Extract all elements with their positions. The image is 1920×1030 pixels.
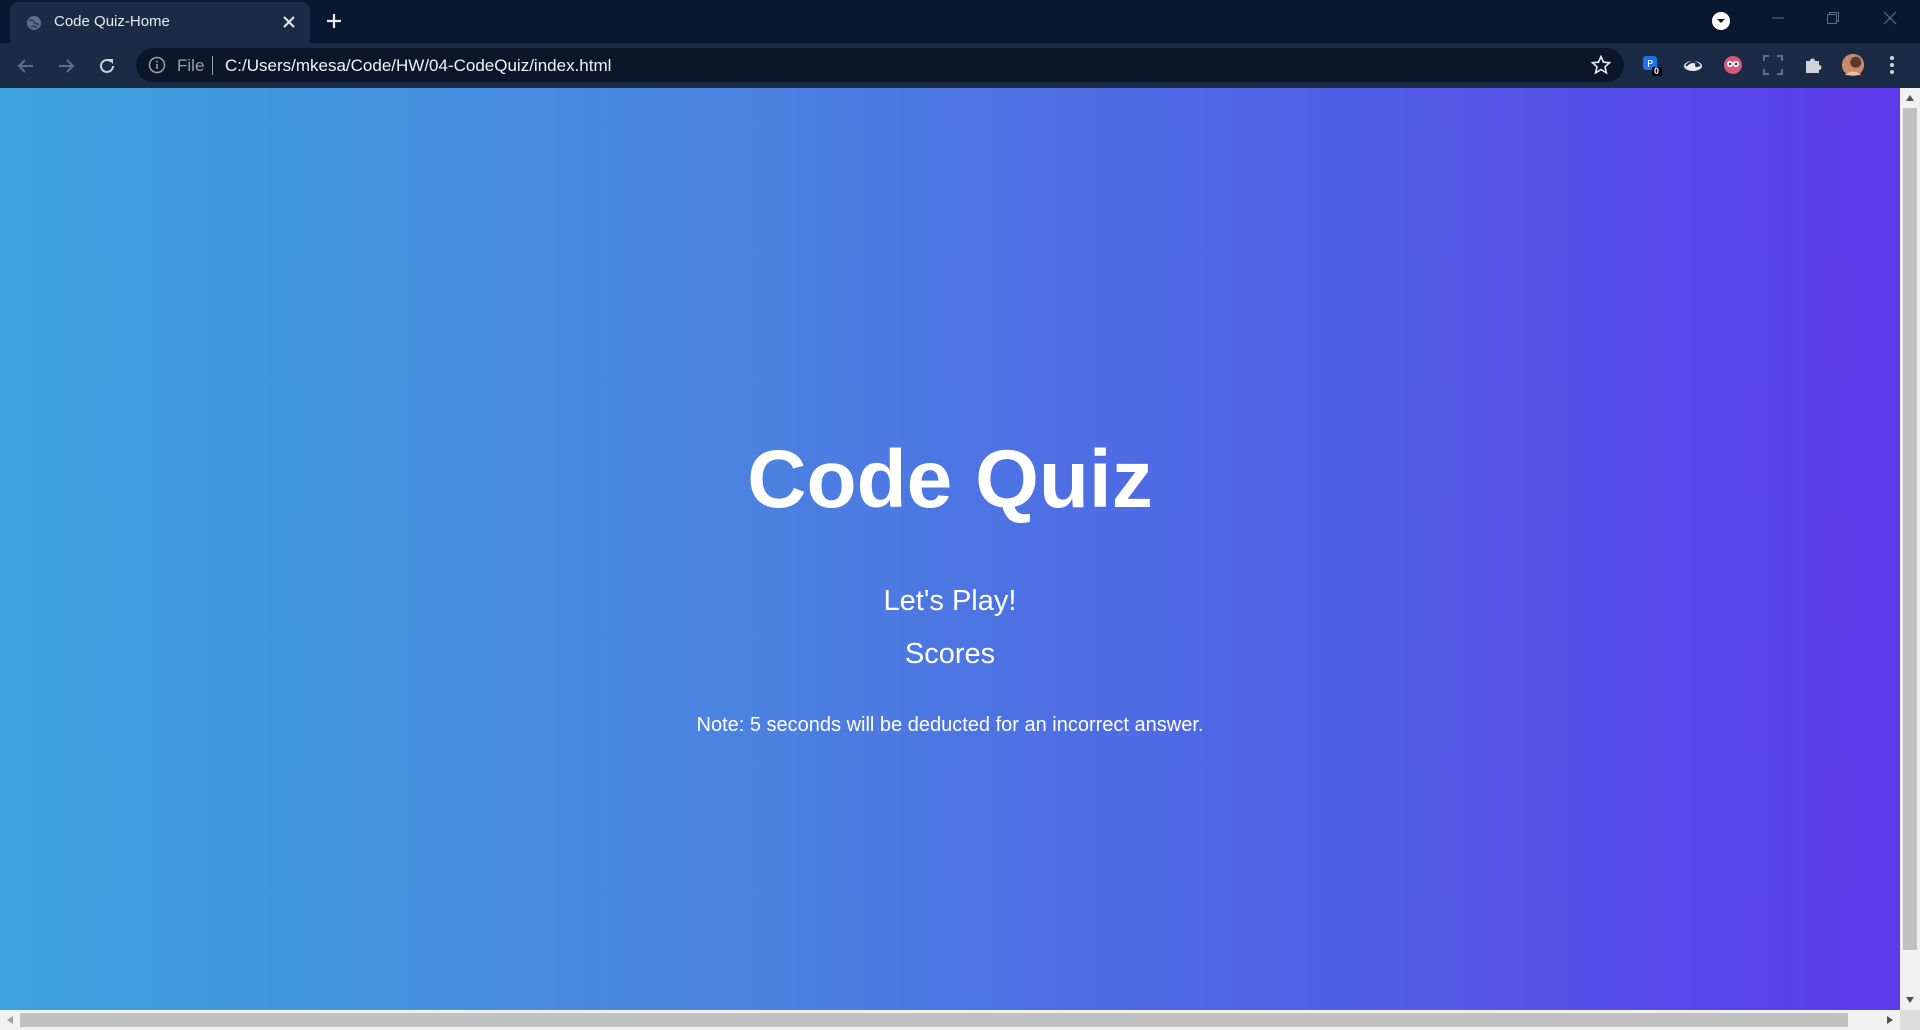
scroll-up-arrow-icon[interactable]	[1902, 90, 1918, 106]
tab-search-icon[interactable]	[1711, 11, 1731, 31]
penalty-note: Note: 5 seconds will be deducted for an …	[696, 714, 1204, 736]
lets-play-link[interactable]: Let's Play!	[884, 585, 1017, 617]
scroll-right-arrow-icon[interactable]	[1882, 1012, 1898, 1028]
scroll-left-arrow-icon[interactable]	[2, 1012, 18, 1028]
browser-toolbar: File C:/Users/mkesa/Code/HW/04-CodeQuiz/…	[0, 43, 1920, 88]
vertical-scroll-thumb[interactable]	[1903, 108, 1917, 950]
extension-badge: 0	[1654, 66, 1660, 76]
profile-avatar[interactable]	[1841, 53, 1865, 77]
horizontal-scroll-thumb[interactable]	[20, 1013, 1848, 1027]
star-icon[interactable]	[1590, 54, 1612, 75]
vertical-scrollbar[interactable]	[1900, 88, 1920, 1010]
back-arrow-icon[interactable]	[12, 52, 40, 80]
info-icon[interactable]	[148, 56, 166, 74]
separator	[212, 56, 213, 75]
tab-strip: Code Quiz-Home	[0, 0, 1920, 43]
minimize-icon[interactable]	[1766, 6, 1790, 30]
globe-icon	[26, 15, 42, 31]
close-icon[interactable]	[280, 13, 298, 31]
restore-icon[interactable]	[1821, 6, 1845, 30]
file-scheme-label: File	[177, 56, 205, 75]
page-viewport: Code Quiz Let's Play! Scores Note: 5 sec…	[0, 88, 1900, 1010]
scores-link-row: Scores	[0, 638, 1900, 671]
address-bar[interactable]: File C:/Users/mkesa/Code/HW/04-CodeQuiz/…	[136, 48, 1624, 82]
horizontal-scrollbar[interactable]	[0, 1010, 1900, 1030]
window-close-icon[interactable]	[1878, 6, 1902, 30]
browser-tab[interactable]: Code Quiz-Home	[10, 2, 310, 43]
scrollbar-corner	[1900, 1010, 1920, 1030]
scroll-down-arrow-icon[interactable]	[1902, 992, 1918, 1008]
reload-icon[interactable]	[93, 52, 121, 80]
menu-dots-icon[interactable]	[1880, 53, 1904, 77]
url-text[interactable]: C:/Users/mkesa/Code/HW/04-CodeQuiz/index…	[225, 56, 611, 76]
extension-icon[interactable]	[1721, 53, 1745, 77]
lets-play-link-row: Let's Play!	[0, 585, 1900, 618]
page-title: Code Quiz	[747, 434, 1153, 525]
plus-icon[interactable]	[322, 9, 346, 33]
forward-arrow-icon[interactable]	[52, 52, 80, 80]
extension-icon[interactable]: P 0	[1640, 53, 1664, 77]
screenshot-extension-icon[interactable]	[1761, 53, 1785, 77]
tab-title: Code Quiz-Home	[54, 13, 170, 30]
scores-link[interactable]: Scores	[905, 638, 995, 670]
extension-icon[interactable]	[1681, 53, 1705, 77]
puzzle-icon[interactable]	[1801, 53, 1825, 77]
